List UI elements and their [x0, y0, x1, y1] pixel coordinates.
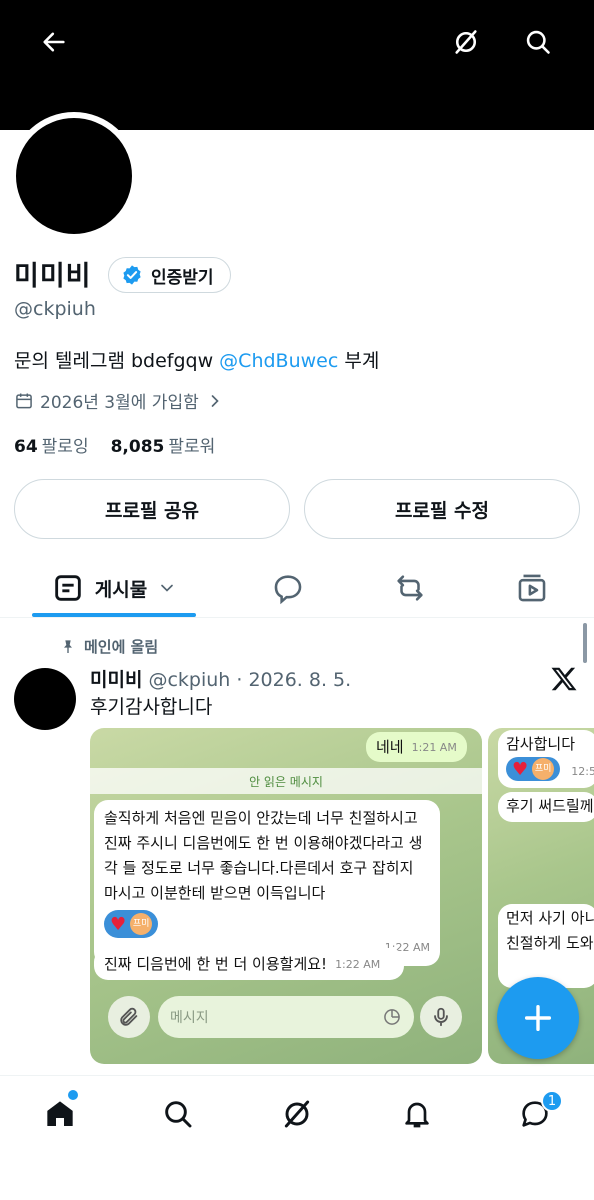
followers-count: 8,085: [110, 437, 165, 457]
tab-posts[interactable]: 게시물: [32, 560, 196, 616]
plus-icon: [524, 1004, 552, 1032]
microphone-icon: [434, 1007, 448, 1027]
tab-replies[interactable]: [258, 560, 318, 616]
side-1-text: 감사합니다: [506, 735, 576, 753]
chat-input-field: 메시지: [158, 996, 414, 1038]
chat-bubble-review: 솔직하게 처음엔 믿음이 안갔는데 너무 친절하시고 진짜 주시니 디음번에도 …: [94, 800, 440, 966]
profile-bio: 문의 텔레그램 bdefgqw @ChdBuwec 부계: [14, 346, 379, 373]
chat-bubble-next: 진짜 디음번에 한 번 더 이용할게요! 1:22 AM: [94, 948, 404, 980]
video-icon: [518, 574, 546, 602]
joined-date-row[interactable]: 2026년 3월에 가입함: [14, 388, 225, 413]
chat-input-placeholder: 메시지: [170, 1010, 209, 1026]
search-icon: [526, 30, 550, 54]
chat-next-text: 진짜 디음번에 한 번 더 이용할게요!: [104, 954, 328, 973]
post-header: 미미비 @ckpiuh · 2026. 8. 5.: [90, 665, 351, 692]
follow-stats: 64 팔로잉 8,085 팔로워: [14, 432, 215, 457]
unread-divider: 안 읽은 메시지: [90, 768, 482, 794]
chevron-down-icon: [161, 584, 174, 592]
joined-date: 2026년 3월에 가입함: [40, 393, 199, 413]
scrollbar[interactable]: [583, 623, 587, 663]
back-button[interactable]: [34, 22, 74, 62]
tab-posts-label: 게시물: [94, 578, 148, 601]
chat-nene-text: 네네: [376, 737, 404, 756]
search-button[interactable]: [518, 22, 558, 62]
chat-bubble-nene: 네네 1:21 AM: [366, 732, 467, 762]
nav-messages[interactable]: 1: [505, 1090, 565, 1138]
posts-icon: [55, 575, 81, 601]
x-logo-icon: [551, 667, 577, 691]
side-3-text: 먼저 사기 아니: [506, 909, 594, 927]
reply-icon: [274, 575, 302, 605]
mic-button: [420, 996, 462, 1038]
get-verified-button[interactable]: 인증받기: [108, 257, 231, 293]
paperclip-icon: [120, 1007, 138, 1026]
profile-handle: @ckpiuh: [14, 298, 96, 320]
post-text: 후기감사합니다: [90, 696, 213, 718]
sticker-icon: [384, 1009, 400, 1025]
verified-badge-icon: [123, 265, 141, 285]
post-author-name[interactable]: 미미비: [90, 669, 142, 691]
get-verified-label: 인증받기: [151, 267, 214, 288]
post-media-image-1[interactable]: 네네 1:21 AM 안 읽은 메시지 솔직하게 처음엔 믿음이 안갔는데 너무…: [90, 728, 482, 1064]
messages-unread-badge: 1: [541, 1090, 563, 1112]
bell-icon: [405, 1102, 429, 1128]
chat-bubble-side-2: 후기 써드릴께: [498, 792, 594, 822]
pin-icon: [64, 639, 72, 653]
chat-next-time: 1:22 AM: [335, 957, 381, 971]
edit-profile-button[interactable]: 프로필 수정: [304, 479, 580, 539]
chat-nene-time: 1:21 AM: [411, 740, 457, 754]
followers-label: 팔로워: [168, 437, 216, 457]
reaction-chip: ♥ 프미: [104, 910, 159, 938]
side-reaction-chip: ♥ 프미: [506, 757, 561, 781]
grok-icon: [284, 1100, 310, 1128]
tab-media[interactable]: [502, 560, 562, 616]
pinned-label: 메인에 올림: [84, 638, 159, 656]
chevron-right-icon: [211, 394, 219, 407]
chat-bubble-side-1: 감사합니다 ♥ 프미 12:5: [498, 730, 594, 788]
profile-name: 미미비: [14, 261, 92, 292]
nav-notifications[interactable]: [387, 1090, 447, 1138]
grok-button[interactable]: [446, 22, 486, 62]
heart-icon: ♥: [512, 758, 529, 780]
side-1-time: 12:5: [571, 765, 594, 778]
grok-icon: [455, 30, 477, 54]
home-icon: [47, 1101, 73, 1126]
followers-link[interactable]: 8,085 팔로워: [111, 432, 216, 457]
following-label: 팔로잉: [41, 437, 89, 457]
compose-post-button[interactable]: [497, 977, 579, 1059]
profile-avatar[interactable]: [10, 112, 138, 240]
home-unread-dot: [68, 1090, 78, 1100]
nav-search[interactable]: [148, 1090, 208, 1138]
post-author-avatar[interactable]: [14, 668, 76, 730]
reactor-avatar: 프미: [130, 913, 153, 935]
bio-suffix: 부계: [338, 350, 380, 372]
following-link[interactable]: 64 팔로잉: [14, 432, 89, 457]
tabs-divider: [0, 617, 594, 618]
chat-bubble-side-3: 먼저 사기 아니 친절하게 도와: [498, 904, 594, 988]
post-meta: @ckpiuh · 2026. 8. 5.: [148, 669, 352, 691]
bottom-navigation: 1: [0, 1075, 594, 1200]
attach-button: [108, 996, 150, 1038]
tab-reposts[interactable]: [380, 560, 440, 616]
search-icon: [165, 1101, 192, 1128]
chat-review-text: 솔직하게 처음엔 믿음이 안갔는데 너무 친절하시고 진짜 주시니 디음번에도 …: [104, 809, 423, 902]
share-profile-button[interactable]: 프로필 공유: [14, 479, 290, 539]
arrow-left-icon: [43, 32, 65, 52]
side-4-text: 친절하게 도와: [506, 934, 594, 952]
bio-mention-link[interactable]: @ChdBuwec: [219, 350, 338, 372]
bio-text: 문의 텔레그램 bdefgqw: [14, 350, 220, 372]
calendar-icon: [16, 393, 32, 408]
following-count: 64: [14, 437, 38, 457]
nav-grok[interactable]: [267, 1090, 327, 1138]
profile-banner: [0, 0, 594, 130]
nav-home[interactable]: [30, 1090, 90, 1138]
side-reactor-avatar: 프미: [532, 758, 555, 780]
heart-icon: ♥: [110, 913, 127, 935]
pinned-indicator: 메인에 올림: [60, 636, 158, 657]
repost-icon: [397, 575, 423, 601]
